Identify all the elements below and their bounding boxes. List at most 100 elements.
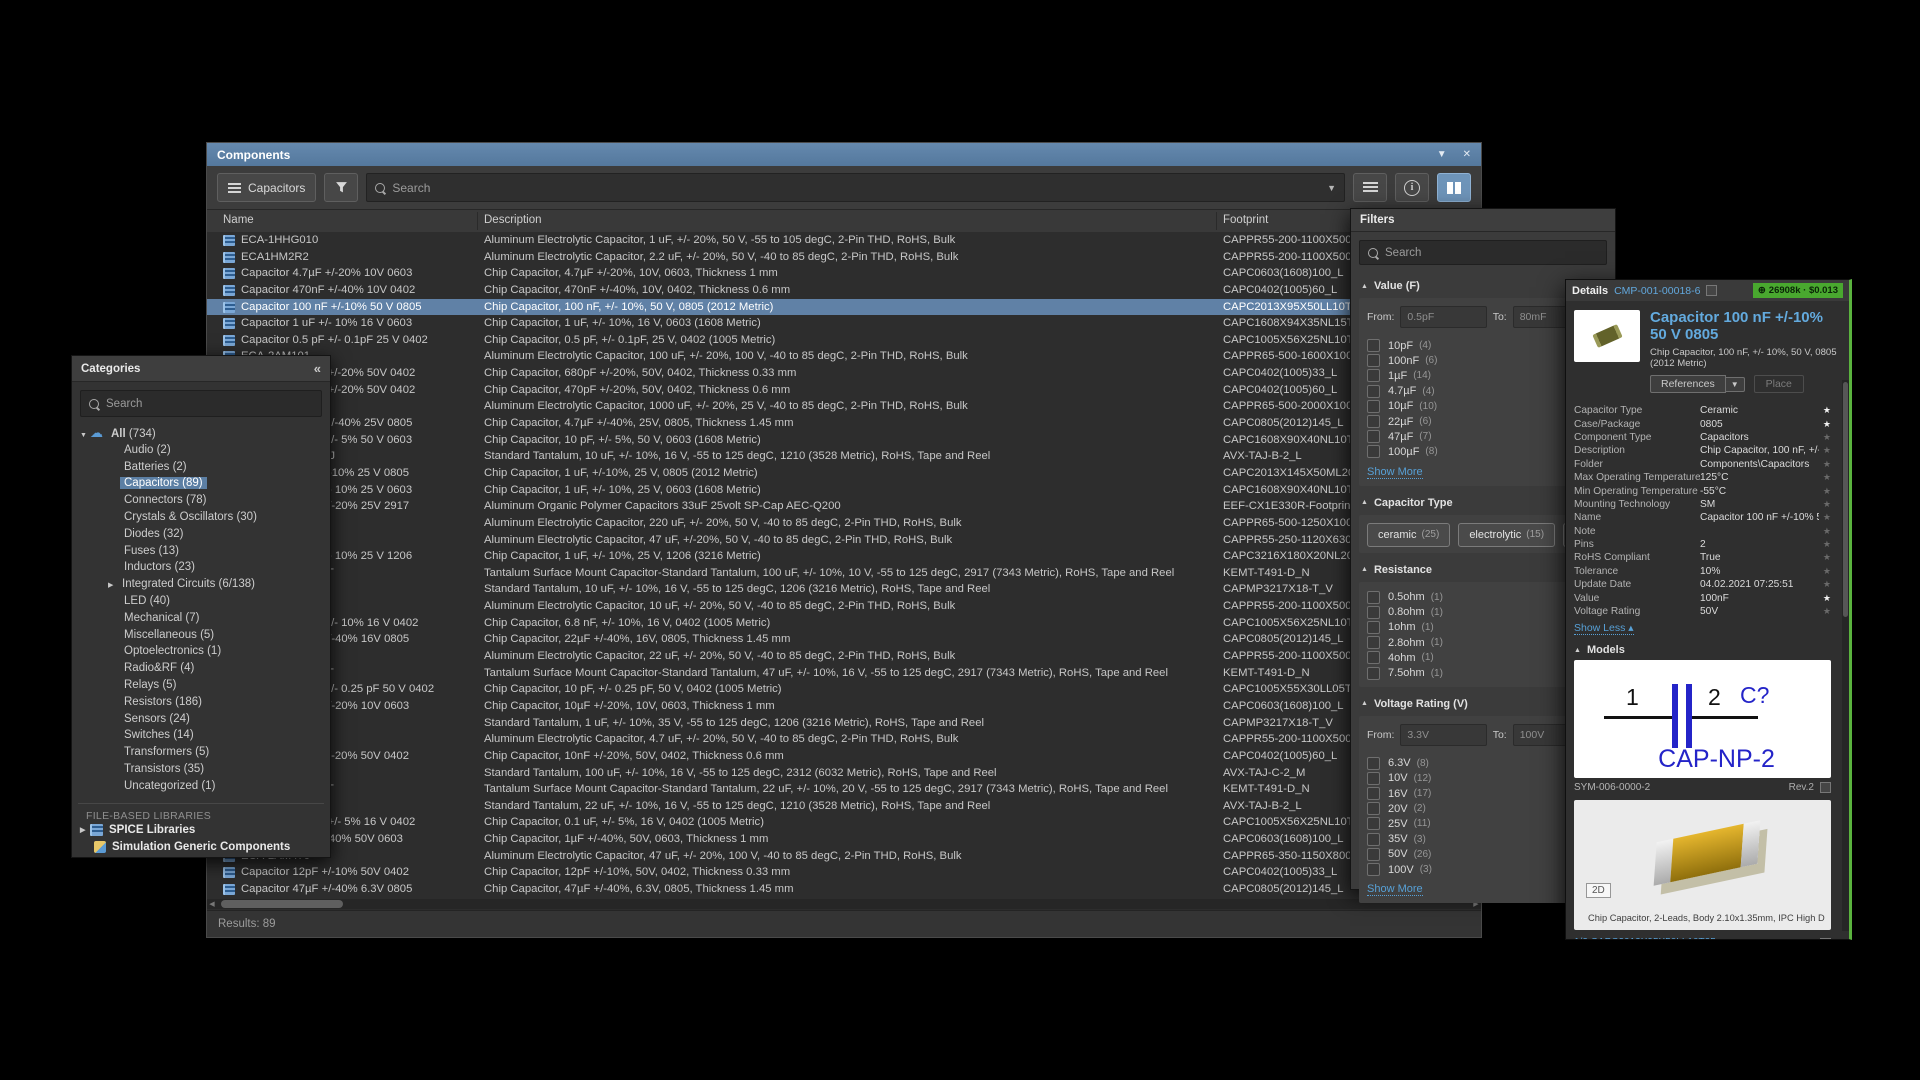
sidebar-item-miscellaneous[interactable]: Miscellaneous (5) — [72, 627, 330, 644]
details-panel-toggle-button[interactable] — [1437, 173, 1471, 202]
sidebar-item-fuses[interactable]: Fuses (13) — [72, 543, 330, 560]
favorite-star-icon[interactable]: ★ — [1819, 499, 1831, 510]
sidebar-item-audio[interactable]: Audio (2) — [72, 442, 330, 459]
checkbox[interactable] — [1367, 430, 1380, 443]
property-row[interactable]: Component TypeCapacitors★ — [1574, 431, 1831, 444]
collapse-panel-icon[interactable]: « — [314, 361, 321, 376]
sidebar-item-transistors[interactable]: Transistors (35) — [72, 761, 330, 778]
table-row[interactable]: Capacitor 0.5 pF +/- 0.1pF 25 V 0402Chip… — [207, 332, 1481, 349]
sidebar-item-integrated-circuits[interactable]: ▶Integrated Circuits (6/138) — [72, 576, 330, 593]
models-section-header[interactable]: ▲ Models — [1566, 636, 1849, 659]
show-less-link[interactable]: Show Less ▴ — [1574, 622, 1634, 635]
table-row[interactable]: Capacitor 1µF +/-40% 50V 0603Chip Capaci… — [207, 831, 1481, 848]
component-checkbox[interactable] — [1706, 285, 1717, 296]
table-row[interactable]: Capacitor 12pF +/-10% 50V 0402Chip Capac… — [207, 864, 1481, 881]
sidebar-item-relays[interactable]: Relays (5) — [72, 677, 330, 694]
property-row[interactable]: Value100nF★ — [1574, 591, 1831, 604]
checkbox[interactable] — [1367, 651, 1380, 664]
table-row[interactable]: Capacitor 22µF +/-40% 16V 0805Chip Capac… — [207, 631, 1481, 648]
filter-tag-ceramic[interactable]: ceramic(25) — [1367, 523, 1450, 547]
show-more-link[interactable]: Show More — [1367, 883, 1423, 896]
table-row[interactable]: TAJC107K016RStandard Tantalum, 100 uF, +… — [207, 765, 1481, 782]
symbol-preview[interactable]: 1 2 C? CAP-NP-2 — [1574, 660, 1831, 778]
favorite-star-icon[interactable]: ★ — [1819, 445, 1831, 456]
table-row[interactable]: Capacitor 0.1 uF +/- 5% 16 V 0402Chip Ca… — [207, 814, 1481, 831]
property-row[interactable]: Pins2★ — [1574, 538, 1831, 551]
part-choice-header[interactable]: 1/3 CAPC2013X95X50LL10T25▴Rev.1 — [1574, 936, 1831, 940]
property-row[interactable]: RoHS CompliantTrue★ — [1574, 551, 1831, 564]
checkbox[interactable] — [1367, 606, 1380, 619]
checkbox[interactable] — [1367, 415, 1380, 428]
table-row[interactable]: Capacitor 10 pF +/- 5% 50 V 0603Chip Cap… — [207, 432, 1481, 449]
footprint-preview[interactable]: 2D Chip Capacitor, 2-Leads, Body 2.10x1.… — [1574, 800, 1831, 930]
table-row[interactable]: TAJB105K035RStandard Tantalum, 1 uF, +/-… — [207, 715, 1481, 732]
favorite-star-icon[interactable]: ★ — [1819, 486, 1831, 497]
close-icon[interactable]: ✕ — [1463, 149, 1471, 160]
sidebar-item-sensors[interactable]: Sensors (24) — [72, 711, 330, 728]
part-choice-link[interactable]: 1/3 CAPC2013X95X50LL10T25 — [1574, 937, 1716, 940]
table-row[interactable]: TAJB226K016RStandard Tantalum, 22 uF, +/… — [207, 798, 1481, 815]
checkbox[interactable] — [1367, 369, 1380, 382]
component-id-link[interactable]: CMP-001-00018-6 — [1614, 285, 1700, 297]
sidebar-item-capacitors[interactable]: Capacitors (89) — [72, 475, 330, 492]
checkbox[interactable] — [1367, 848, 1380, 861]
checkbox[interactable] — [1367, 667, 1380, 680]
property-row[interactable]: Case/Package0805★ — [1574, 417, 1831, 430]
table-row[interactable]: TAJB106K016RNJStandard Tantalum, 10 uF, … — [207, 448, 1481, 465]
horizontal-scrollbar[interactable]: ◀ ▶ — [207, 899, 1481, 909]
show-more-link[interactable]: Show More — [1367, 466, 1423, 479]
checkbox[interactable] — [1367, 757, 1380, 770]
checkbox[interactable] — [1367, 400, 1380, 413]
table-row[interactable]: Capacitor 470pF +/-20% 50V 0402Chip Capa… — [207, 382, 1481, 399]
checkbox[interactable] — [1367, 636, 1380, 649]
table-row[interactable]: ECA-1HM220Aluminum Electrolytic Capacito… — [207, 648, 1481, 665]
favorite-star-icon[interactable]: ★ — [1819, 512, 1831, 523]
property-row[interactable]: NameCapacitor 100 nF +/-10% 50 V 0805★ — [1574, 511, 1831, 524]
checkbox[interactable] — [1367, 354, 1380, 367]
table-row[interactable]: Capacitor 10 pF +/- 0.25 pF 50 V 0402Chi… — [207, 681, 1481, 698]
favorite-star-icon[interactable]: ★ — [1819, 459, 1831, 470]
property-row[interactable]: Voltage Rating50V★ — [1574, 605, 1831, 618]
checkbox[interactable] — [1367, 833, 1380, 846]
filters-search-input[interactable]: Search — [1359, 240, 1607, 265]
scroll-left-icon[interactable]: ◀ — [207, 900, 217, 908]
sidebar-item-switches[interactable]: Switches (14) — [72, 727, 330, 744]
table-row[interactable]: T491D476K016ATTantalum Surface Mount Cap… — [207, 665, 1481, 682]
table-row[interactable]: TAJB106K016RStandard Tantalum, 10 uF, +/… — [207, 581, 1481, 598]
sidebar-item-diodes[interactable]: Diodes (32) — [72, 526, 330, 543]
sidebar-item-connectors[interactable]: Connectors (78) — [72, 492, 330, 509]
sidebar-item-batteries[interactable]: Batteries (2) — [72, 459, 330, 476]
scrollbar-thumb[interactable] — [221, 900, 343, 908]
table-row[interactable]: Capacitor 1 uF +/- 10% 25 V 1206Chip Cap… — [207, 548, 1481, 565]
sidebar-item-transformers[interactable]: Transformers (5) — [72, 744, 330, 761]
table-row[interactable]: Capacitor 47µF +/-40% 6.3V 0805Chip Capa… — [207, 881, 1481, 898]
favorite-star-icon[interactable]: ★ — [1819, 566, 1831, 577]
table-row[interactable]: ECA1HM2R2Aluminum Electrolytic Capacitor… — [207, 249, 1481, 266]
category-root[interactable]: ▼☁All (734) — [72, 425, 330, 442]
table-row[interactable]: Capacitor 4.7µF +/-40% 25V 0805Chip Capa… — [207, 415, 1481, 432]
library-item-spice[interactable]: ▶SPICE Libraries — [72, 822, 330, 839]
list-view-button[interactable] — [1353, 173, 1387, 202]
favorite-star-icon[interactable]: ★ — [1819, 405, 1831, 416]
table-row[interactable]: ECA-1HM100Aluminum Electrolytic Capacito… — [207, 598, 1481, 615]
favorite-star-icon[interactable]: ★ — [1819, 432, 1831, 443]
pin-down-icon[interactable]: ▼ — [1437, 149, 1447, 160]
property-row[interactable]: Mounting TechnologySM★ — [1574, 498, 1831, 511]
symbol-checkbox[interactable] — [1820, 782, 1831, 793]
property-row[interactable]: FolderComponents\Capacitors★ — [1574, 458, 1831, 471]
table-row[interactable]: Capacitor 470nF +/-40% 10V 0402Chip Capa… — [207, 282, 1481, 299]
categories-search-input[interactable]: Search — [80, 390, 322, 417]
category-dropdown-button[interactable]: Capacitors — [217, 173, 316, 202]
sidebar-item-mechanical[interactable]: Mechanical (7) — [72, 610, 330, 627]
2d-view-badge[interactable]: 2D — [1586, 883, 1611, 898]
checkbox[interactable] — [1367, 772, 1380, 785]
sidebar-item-optoelectronics[interactable]: Optoelectronics (1) — [72, 643, 330, 660]
table-row[interactable]: Capacitor 100 nF +/-10% 50 V 0805Chip Ca… — [207, 299, 1481, 316]
sidebar-item-led[interactable]: LED (40) — [72, 593, 330, 610]
search-history-chevron-icon[interactable]: ▼ — [1327, 183, 1336, 193]
property-row[interactable]: Min Operating Temperature-55°C★ — [1574, 484, 1831, 497]
table-row[interactable]: ECA-2AM101Aluminum Electrolytic Capacito… — [207, 348, 1481, 365]
table-row[interactable]: Capacitor 10nF +/-20% 50V 0402Chip Capac… — [207, 748, 1481, 765]
property-row[interactable]: DescriptionChip Capacitor, 100 nF, +/- 1… — [1574, 444, 1831, 457]
table-row[interactable]: Capacitor 1 uF +/-10% 25 V 0805Chip Capa… — [207, 465, 1481, 482]
